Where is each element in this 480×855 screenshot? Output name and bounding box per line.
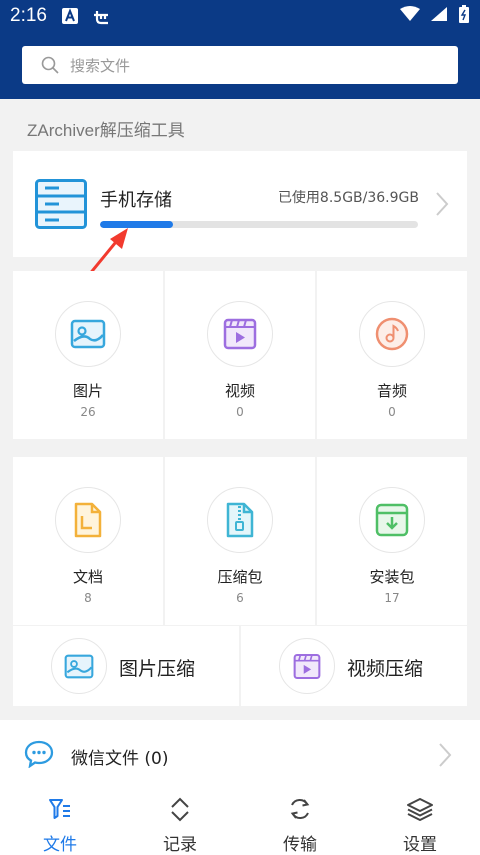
- category-count: 26: [80, 405, 96, 419]
- category-apks[interactable]: 安装包 17: [317, 457, 467, 625]
- download-box-icon: [375, 503, 409, 537]
- nav-label: 设置: [403, 835, 437, 855]
- font-notification-icon: [61, 7, 79, 25]
- nav-label: 传输: [283, 835, 317, 855]
- sync-icon: [290, 798, 310, 820]
- category-grid: 图片 26 视频 0 音频 0 文档 8 压缩包 6 安装包 17: [13, 271, 467, 625]
- wechat-files-label: 微信文件 (0): [71, 749, 169, 769]
- nav-transfer[interactable]: 传输: [240, 786, 360, 855]
- category-images[interactable]: 图片 26: [13, 271, 163, 439]
- wechat-files-row[interactable]: 微信文件 (0): [0, 720, 480, 786]
- chevron-right-icon: [436, 192, 449, 216]
- storage-label: 手机存储: [100, 190, 172, 211]
- category-name: 图片: [72, 382, 103, 400]
- nav-history[interactable]: 记录: [120, 786, 240, 855]
- category-audio[interactable]: 音频 0: [317, 271, 467, 439]
- category-count: 0: [388, 405, 396, 419]
- video-compress-button[interactable]: 视频压缩: [241, 626, 467, 706]
- category-name: 音频: [376, 382, 407, 400]
- nav-settings[interactable]: 设置: [360, 786, 480, 855]
- category-count: 17: [384, 591, 400, 605]
- bottom-navigation: 文件 记录 传输 设置: [0, 786, 480, 855]
- header: 搜索文件: [0, 32, 480, 99]
- search-icon: [41, 56, 59, 74]
- category-count: 6: [236, 591, 244, 605]
- layers-icon: [407, 798, 433, 821]
- nav-label: 记录: [163, 835, 197, 855]
- wifi-icon: [400, 5, 420, 27]
- signal-icon: [430, 5, 448, 27]
- compress-label: 视频压缩: [347, 658, 424, 680]
- app-notification-icon: [91, 7, 109, 25]
- category-count: 0: [236, 405, 244, 419]
- category-name: 压缩包: [217, 568, 263, 586]
- filter-files-icon: [49, 799, 70, 819]
- video-icon: [223, 318, 257, 350]
- nav-label: 文件: [43, 835, 77, 855]
- history-chevrons-icon: [171, 797, 189, 822]
- category-archives[interactable]: 压缩包 6: [165, 457, 315, 625]
- image-icon: [70, 319, 106, 349]
- chat-bubble-icon: [24, 740, 54, 768]
- category-name: 视频: [224, 382, 255, 400]
- search-placeholder: 搜索文件: [70, 56, 131, 75]
- category-count: 8: [84, 591, 92, 605]
- compress-label: 图片压缩: [119, 658, 196, 680]
- search-input[interactable]: 搜索文件: [22, 46, 458, 84]
- app-title: ZArchiver解压缩工具: [27, 121, 185, 140]
- image-compress-button[interactable]: 图片压缩: [13, 626, 239, 706]
- category-name: 文档: [72, 568, 103, 586]
- storage-usage: 已使用8.5GB/36.9GB: [277, 190, 419, 206]
- storage-progress-bar: [100, 221, 418, 228]
- storage-icon: [35, 179, 87, 229]
- status-time: 2:16: [10, 5, 47, 26]
- chevron-right-icon: [439, 743, 452, 767]
- category-videos[interactable]: 视频 0: [165, 271, 315, 439]
- nav-files[interactable]: 文件: [0, 786, 120, 855]
- category-documents[interactable]: 文档 8: [13, 457, 163, 625]
- video-icon: [293, 653, 321, 679]
- image-icon: [64, 654, 94, 678]
- music-disc-icon: [375, 317, 409, 351]
- status-bar: 2:16: [0, 0, 480, 32]
- battery-icon: [458, 4, 470, 29]
- category-name: 安装包: [369, 568, 415, 586]
- document-icon: [74, 502, 102, 538]
- zip-icon: [226, 502, 254, 538]
